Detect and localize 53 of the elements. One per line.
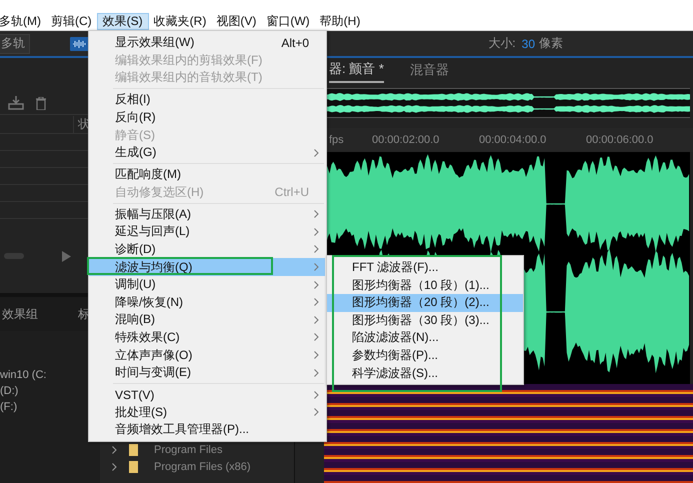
menu-bar-item[interactable]: 剪辑(C): [46, 13, 97, 30]
menu-bar-item[interactable]: 视图(V): [211, 13, 262, 30]
menu-item[interactable]: 降噪/恢复(N): [89, 293, 325, 312]
folder-item[interactable]: Program Files: [154, 444, 222, 456]
menu-item[interactable]: 生成(G): [89, 144, 325, 162]
menu-item[interactable]: 图形均衡器（20 段）(2)...: [327, 294, 523, 312]
import-icon[interactable]: [8, 96, 24, 110]
panel-tab[interactable]: 效果组: [2, 306, 38, 322]
ruler-label: 00:00:04:00.0: [479, 134, 548, 146]
menu-item[interactable]: 批处理(S): [89, 403, 325, 421]
menu-item[interactable]: 反相(I): [89, 91, 325, 109]
chevron-icon[interactable]: [112, 462, 117, 470]
menu-item[interactable]: 特殊效果(C): [89, 328, 325, 346]
menu-item[interactable]: 音频增效工具管理器(P)...: [89, 420, 325, 439]
menu-item[interactable]: VST(V): [89, 386, 325, 404]
menu-item[interactable]: 科学滤波器(S)...: [327, 364, 523, 382]
folder-icon: [129, 460, 138, 472]
menu-item[interactable]: 诊断(D): [89, 240, 325, 258]
editor-tab[interactable]: 混音器: [410, 60, 449, 82]
menu-item[interactable]: 延迟与回声(L): [89, 223, 325, 241]
menu-item[interactable]: 显示效果组(W) Alt+0: [89, 34, 325, 52]
menu-item[interactable]: 振幅与压限(A): [89, 205, 325, 224]
menu-item[interactable]: FFT 滤波器(F)...: [327, 259, 523, 277]
ruler-label: fps: [329, 134, 345, 146]
menu-item[interactable]: 混响(B): [89, 311, 325, 329]
menu-bar-item[interactable]: 帮助(H): [314, 13, 366, 30]
folder-icon: [129, 444, 138, 456]
size-value[interactable]: 30: [522, 36, 535, 50]
menu-bar-item[interactable]: 效果(S): [96, 13, 149, 30]
ruler-label: 00:00:06:00.0: [586, 134, 654, 146]
chevron-icon[interactable]: [112, 446, 117, 454]
menu-bar-item[interactable]: 收藏夹(R): [148, 13, 212, 30]
menu-item[interactable]: 图形均衡器（30 段）(3)...: [327, 312, 523, 330]
menu-item[interactable]: 调制(U): [89, 276, 325, 294]
menu-item[interactable]: 陷波滤波器(N)...: [327, 329, 523, 347]
menu-item[interactable]: 反向(R): [89, 108, 325, 126]
menu-item[interactable]: 参数均衡器(P)...: [327, 346, 523, 365]
editor-tab[interactable]: 器: 颤音 *: [329, 60, 384, 82]
multitrack-button[interactable]: 多轨: [0, 34, 30, 54]
folder-item[interactable]: Program Files (x86): [154, 460, 251, 472]
size-label: 大小:: [488, 35, 516, 52]
menu-item[interactable]: 立体声声像(O): [89, 346, 325, 364]
menu-item[interactable]: 匹配响度(M): [89, 166, 325, 184]
menu-bar-item[interactable]: 窗口(W): [261, 13, 315, 30]
overview-waveform-drawing[interactable]: [324, 88, 690, 118]
size-unit: 像素: [539, 35, 563, 52]
menu-item[interactable]: 时间与变调(E): [89, 364, 325, 382]
ruler-label: 00:00:02:00.0: [372, 134, 440, 146]
waveform-icon[interactable]: [70, 36, 90, 52]
menu-bar-item[interactable]: 多轨(M): [0, 13, 46, 30]
menu-item[interactable]: 图形均衡器（10 段）(1)...: [327, 276, 523, 294]
trash-icon[interactable]: [36, 97, 46, 110]
play-icon[interactable]: [62, 250, 71, 262]
